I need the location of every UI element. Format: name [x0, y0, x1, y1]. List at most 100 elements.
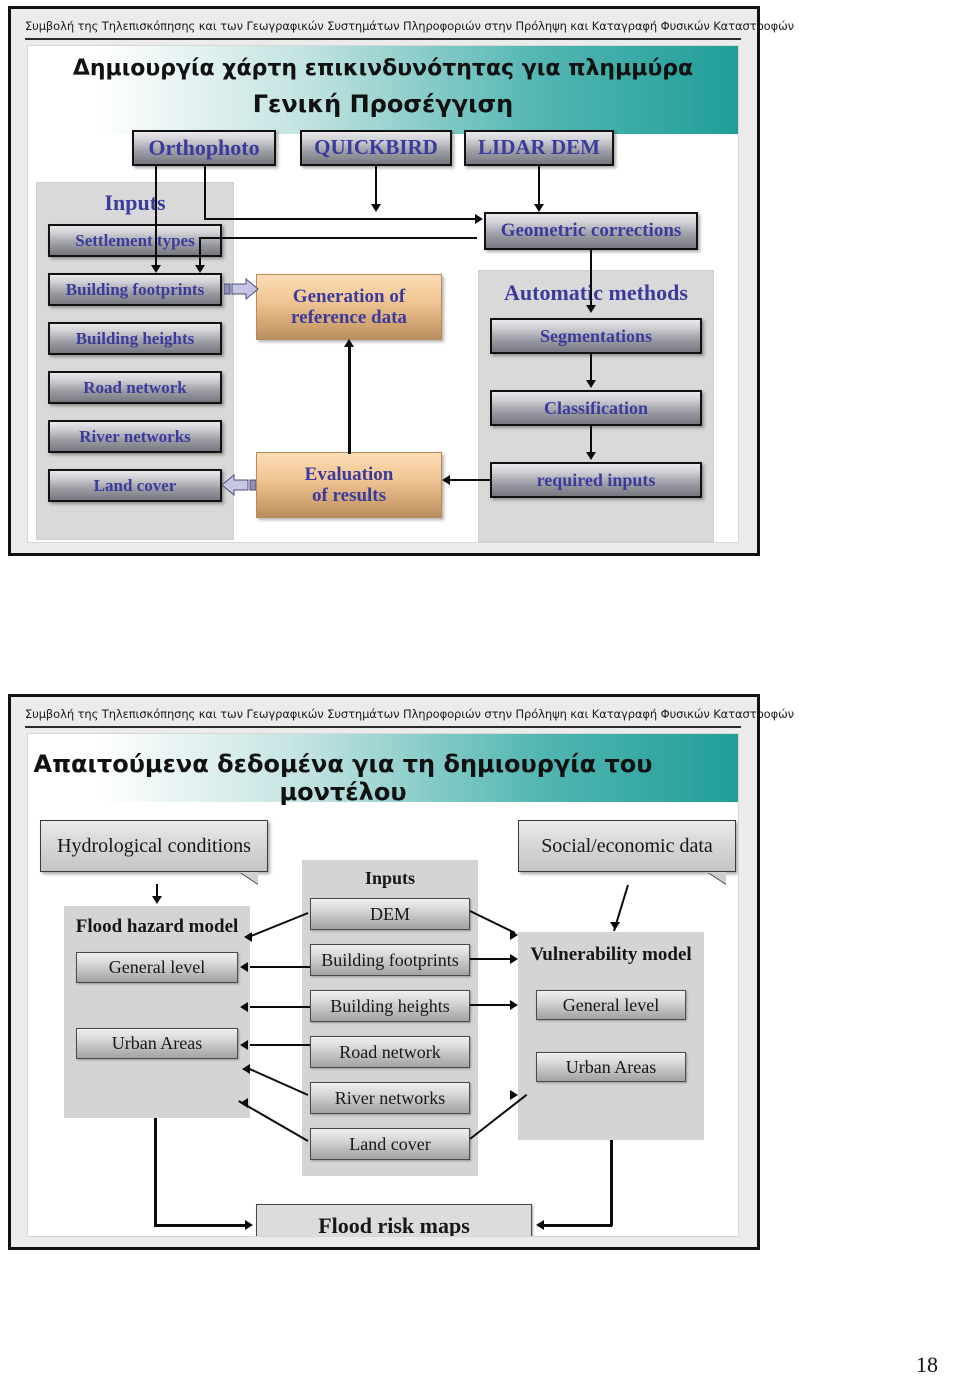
slide-2-input-building-footprints-label: Building footprints — [321, 949, 459, 970]
connector-flood-hazard-to-output — [154, 1224, 246, 1227]
input-road-network[interactable]: Road network — [48, 371, 222, 404]
slide-2-input-river-networks[interactable]: River networks — [310, 1082, 470, 1114]
connector-road-to-urban-areas — [250, 1044, 310, 1046]
input-land-cover[interactable]: Land cover — [48, 469, 222, 502]
vulnerability-general-level[interactable]: General level — [536, 990, 686, 1020]
arrowhead-vulnerability-to-output — [536, 1220, 544, 1230]
connector-secondary-to-geometric-h — [199, 237, 477, 239]
connector-orthophoto-down-right — [204, 166, 206, 220]
process-generation-of-reference-data[interactable]: Generation of reference data — [256, 274, 442, 340]
arrowhead-heights-to-vulnerability — [510, 1000, 518, 1010]
arrowhead-landcover-to-vulnerability — [510, 1090, 518, 1100]
slide-2-input-dem-label: DEM — [370, 903, 410, 924]
arrowhead-segmentations-to-classification — [586, 380, 596, 388]
presentation-page: Συμβολή της Τηλεπισκόπησης και των Γεωγρ… — [0, 0, 960, 1394]
arrowhead-flood-hazard-to-output — [245, 1220, 253, 1230]
callout-social-economic-tail — [708, 872, 726, 884]
connector-footprints-to-vulnerability — [470, 958, 512, 960]
arrowhead-geometric-to-segmentations — [586, 305, 596, 313]
connector-segmentations-to-classification — [590, 354, 592, 382]
source-box-orthophoto[interactable]: Orthophoto — [132, 130, 276, 166]
connector-quickbird-down — [375, 166, 377, 206]
process-evaluation-of-results[interactable]: Evaluation of results — [256, 452, 442, 518]
output-flood-risk-maps[interactable]: Flood risk maps — [256, 1204, 532, 1237]
slide-2-inputs-panel-title: Inputs — [364, 868, 416, 888]
input-building-footprints[interactable]: Building footprints — [48, 273, 222, 306]
slide-2-input-land-cover[interactable]: Land cover — [310, 1128, 470, 1160]
automatic-method-segmentations[interactable]: Segmentations — [490, 318, 702, 354]
connector-orthophoto-down-left — [155, 166, 157, 266]
slide-2-title: Απαιτούμενα δεδομένα για τη δημιουργία τ… — [33, 750, 653, 806]
arrowhead-secondary-to-generation — [195, 265, 205, 273]
input-land-cover-label: Land cover — [93, 475, 177, 495]
process-geometric-corrections[interactable]: Geometric corrections — [484, 212, 698, 250]
automatic-method-classification-label: Classification — [543, 397, 648, 418]
slide-2-input-building-heights[interactable]: Building heights — [310, 990, 470, 1022]
slide-2-title-banner: Απαιτούμενα δεδομένα για τη δημιουργία τ… — [28, 734, 738, 806]
slide-2-input-road-network[interactable]: Road network — [310, 1036, 470, 1068]
connector-flood-hazard-down — [154, 1118, 157, 1226]
callout-social-economic-data[interactable]: Social/economic data — [518, 820, 736, 872]
connector-lidar-down — [538, 166, 540, 206]
callout-hydrological-conditions[interactable]: Hydrological conditions — [40, 820, 268, 872]
flood-hazard-urban-areas[interactable]: Urban Areas — [76, 1028, 238, 1059]
arrowhead-landcover-to-flood-hazard — [240, 1098, 248, 1108]
slide-2-input-building-heights-label: Building heights — [330, 995, 450, 1016]
vulnerability-general-level-label: General level — [562, 994, 660, 1015]
connector-geometric-to-automatic — [590, 250, 592, 306]
arrowhead-heights-to-flood-hazard — [240, 1002, 248, 1012]
arrowhead-classification-to-required-inputs — [586, 452, 596, 460]
arrowhead-road-to-urban-areas — [240, 1040, 248, 1050]
automatic-method-segmentations-label: Segmentations — [540, 325, 652, 346]
process-generation-line-2: reference data — [291, 307, 407, 328]
automatic-methods-panel-title: Automatic methods — [504, 280, 688, 305]
process-generation-line-1: Generation of — [292, 285, 406, 307]
input-river-networks-label: River networks — [79, 426, 191, 446]
slide-1-running-header: Συμβολή της Τηλεπισκόπησης και των Γεωγρ… — [25, 19, 794, 40]
slide-1-title-line-2: Γενική Προσέγγιση — [252, 90, 514, 118]
connector-classification-to-required-inputs — [590, 426, 592, 454]
arrowhead-social-to-vulnerability — [610, 922, 620, 930]
flood-hazard-general-level-label: General level — [108, 957, 206, 978]
slide-2-input-river-networks-label: River networks — [334, 1087, 446, 1108]
arrowhead-footprints-to-general-level — [240, 962, 248, 972]
vulnerability-urban-areas[interactable]: Urban Areas — [536, 1052, 686, 1082]
arrowhead-dem-to-flood-hazard — [244, 932, 252, 942]
input-settlement-types[interactable]: Settlement types — [48, 224, 222, 257]
source-box-quickbird[interactable]: QUICKBIRD — [300, 130, 452, 166]
source-box-lidar-dem-label: LIDAR DEM — [478, 135, 600, 160]
slide-1-title-line-1: Δημιουργία χάρτη επικινδυνότητας για πλη… — [72, 56, 694, 81]
flood-hazard-model-panel-title: Flood hazard model — [75, 916, 239, 937]
arrowhead-evaluation-to-generation — [344, 339, 354, 347]
block-arrow-evaluation-to-inputs — [220, 474, 256, 496]
automatic-method-required-inputs[interactable]: required inputs — [490, 462, 702, 498]
callout-social-economic-data-label: Social/economic data — [541, 834, 713, 857]
arrowhead-dem-to-vulnerability — [510, 930, 518, 940]
vulnerability-model-panel-title: Vulnerability model — [530, 944, 692, 965]
output-flood-risk-maps-label: Flood risk maps — [318, 1212, 470, 1237]
process-geometric-corrections-label: Geometric corrections — [500, 220, 682, 242]
source-box-lidar-dem[interactable]: LIDAR DEM — [464, 130, 614, 166]
input-settlement-types-label: Settlement types — [75, 230, 195, 250]
slide-2-input-dem[interactable]: DEM — [310, 898, 470, 930]
slide-2: Συμβολή της Τηλεπισκόπησης και των Γεωγρ… — [8, 694, 794, 1250]
flood-hazard-general-level[interactable]: General level — [76, 952, 238, 983]
connector-vulnerability-to-output — [544, 1224, 612, 1227]
connector-evaluation-to-generation — [348, 346, 351, 454]
slide-2-input-building-footprints[interactable]: Building footprints — [310, 944, 470, 976]
connector-orthophoto-to-geometric-h — [204, 218, 476, 220]
arrowhead-orthophoto-to-geometric — [475, 214, 483, 224]
arrowhead-hydrological-to-flood-hazard — [152, 896, 162, 904]
automatic-method-classification[interactable]: Classification — [490, 390, 702, 426]
slide-2-running-header: Συμβολή της Τηλεπισκόπησης και των Γεωγρ… — [25, 707, 794, 728]
connector-river-to-flood-hazard — [247, 1067, 309, 1096]
input-river-networks[interactable]: River networks — [48, 420, 222, 453]
block-arrow-inputs-to-generation — [224, 278, 260, 300]
process-evaluation-line-2: of results — [311, 485, 387, 506]
callout-hydrological-conditions-label: Hydrological conditions — [57, 834, 251, 857]
input-building-heights[interactable]: Building heights — [48, 322, 222, 355]
input-road-network-label: Road network — [83, 377, 187, 397]
vulnerability-model-panel: Vulnerability model — [518, 932, 704, 1140]
vulnerability-urban-areas-label: Urban Areas — [565, 1056, 657, 1077]
callout-hydrological-tail — [240, 872, 258, 884]
